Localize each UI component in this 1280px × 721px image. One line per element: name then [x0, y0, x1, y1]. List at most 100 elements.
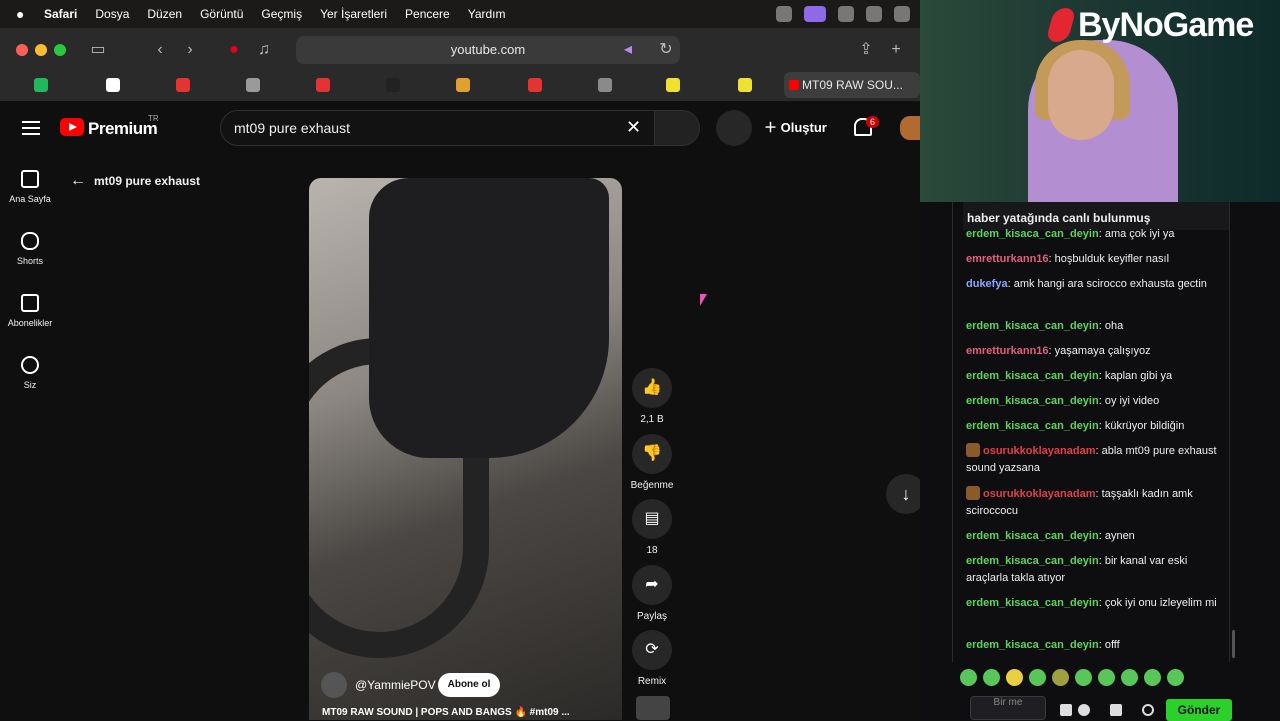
avatar[interactable] — [900, 116, 920, 140]
brand-logo: ByNoGame — [1078, 6, 1254, 44]
tray-icon[interactable] — [776, 6, 792, 22]
chat-username[interactable]: dukefya — [966, 278, 1008, 290]
sidebar-item-you[interactable]: Siz — [0, 356, 60, 390]
premium-label[interactable]: Premium — [88, 119, 158, 139]
channel-name[interactable]: @YammiePOV — [355, 678, 436, 692]
store-icon[interactable] — [1110, 704, 1122, 716]
remix-button[interactable]: ⟳ Remix — [630, 630, 674, 687]
back-button[interactable]: ‹ — [148, 38, 172, 62]
voice-search-icon[interactable] — [716, 110, 752, 146]
chat-username[interactable]: erdem_kisaca_can_deyin — [966, 420, 1099, 432]
reload-icon[interactable]: ↻ — [654, 38, 678, 62]
play-icon[interactable] — [894, 6, 910, 22]
emote-icon[interactable] — [1075, 669, 1092, 686]
bookmark-icon[interactable] — [738, 78, 752, 92]
like-button[interactable]: 👍 2,1 B — [630, 368, 674, 425]
zoom-window-button[interactable] — [54, 44, 66, 56]
active-tab[interactable]: MT09 RAW SOU... — [784, 72, 920, 98]
bookmark-icon[interactable] — [386, 78, 400, 92]
chat-input[interactable]: Bir me — [970, 696, 1046, 720]
forward-button[interactable]: › — [178, 38, 202, 62]
audio-icon[interactable]: ◂ — [616, 38, 640, 62]
bookmark-icon[interactable] — [316, 78, 330, 92]
emote-icon[interactable] — [1006, 669, 1023, 686]
chat-username[interactable]: erdem_kisaca_can_deyin — [966, 370, 1099, 382]
dislike-button[interactable]: 👎 Beğenme — [630, 434, 674, 491]
pinterest-icon[interactable]: ● — [222, 38, 246, 62]
menu-dosya[interactable]: Dosya — [95, 7, 129, 21]
emote-icon[interactable] — [1167, 669, 1184, 686]
bookmark-icon[interactable] — [106, 78, 120, 92]
clear-search-icon[interactable]: ✕ — [626, 117, 641, 138]
tray-icon[interactable] — [866, 6, 882, 22]
short-title[interactable]: MT09 RAW SOUND | POPS AND BANGS 🔥 #mt09 … — [322, 707, 570, 718]
menu-safari[interactable]: Safari — [44, 7, 77, 21]
bookmark-icon[interactable] — [528, 78, 542, 92]
chat-text: oy iyi video — [1104, 395, 1160, 407]
chat-username[interactable]: emretturkann16 — [966, 345, 1049, 357]
chat-username[interactable]: erdem_kisaca_can_deyin — [966, 639, 1099, 651]
channel-avatar[interactable] — [321, 672, 347, 698]
menu-duzen[interactable]: Düzen — [147, 7, 182, 21]
chat-username[interactable]: erdem_kisaca_can_deyin — [966, 530, 1099, 542]
sidebar-item-shorts[interactable]: Shorts — [0, 232, 60, 266]
menu-yardim[interactable]: Yardım — [468, 7, 506, 21]
apple-icon[interactable]: ● — [16, 6, 32, 22]
chat-scrollbar[interactable] — [1232, 630, 1235, 658]
chat-username[interactable]: emretturkann16 — [966, 253, 1049, 265]
chat-username[interactable]: erdem_kisaca_can_deyin — [966, 555, 1099, 567]
search-input[interactable]: mt09 pure exhaust — [220, 110, 656, 146]
bookmark-icon[interactable] — [176, 78, 190, 92]
chat-text: yaşamaya çalışıyoz — [1054, 345, 1151, 357]
bookmark-icon[interactable] — [246, 78, 260, 92]
back-to-results[interactable]: ← mt09 pure exhaust — [70, 172, 200, 190]
user-badge-icon — [966, 486, 980, 500]
bookmark-icon[interactable] — [34, 78, 48, 92]
create-button[interactable]: ＋ Oluştur — [764, 117, 827, 136]
search-button[interactable] — [654, 110, 700, 146]
chat-username[interactable]: erdem_kisaca_can_deyin — [966, 597, 1099, 609]
chat-username[interactable]: osurukkoklayanadam — [983, 488, 1096, 500]
chat-username[interactable]: erdem_kisaca_can_deyin — [966, 395, 1099, 407]
emote-icon[interactable] — [983, 669, 1000, 686]
new-tab-icon[interactable]: + — [884, 38, 908, 62]
youtube-logo-icon[interactable] — [60, 118, 84, 136]
share-button[interactable]: ➦ Paylaş — [630, 565, 674, 622]
comments-button[interactable]: ▤ 18 — [630, 499, 674, 556]
sidebar-item-subscriptions[interactable]: Abonelikler — [0, 294, 60, 328]
short-video-player[interactable]: @YammiePOV Abone ol MT09 RAW SOUND | POP… — [309, 178, 622, 720]
screen-record-icon[interactable] — [804, 6, 826, 22]
send-button[interactable]: Gönder — [1166, 699, 1232, 721]
emote-icon[interactable] — [1144, 669, 1161, 686]
chat-username[interactable]: osurukkoklayanadam — [983, 445, 1096, 457]
subscribe-button[interactable]: Abone ol — [438, 673, 500, 697]
emote-icon[interactable] — [1121, 669, 1138, 686]
chat-message: erdem_kisaca_can_deyin: bir kanal var es… — [966, 553, 1224, 587]
sidebar-label: Siz — [23, 380, 37, 390]
share-icon[interactable]: ⇪ — [854, 38, 878, 62]
menu-icon[interactable] — [22, 121, 40, 135]
menu-goruntu[interactable]: Görüntü — [200, 7, 243, 21]
bookmark-icon[interactable] — [666, 78, 680, 92]
sidebar-item-home[interactable]: Ana Sayfa — [0, 170, 60, 204]
menu-pencere[interactable]: Pencere — [405, 7, 450, 21]
music-icon[interactable]: ♫ — [252, 38, 276, 62]
emote-icon[interactable] — [1052, 669, 1069, 686]
chat-username[interactable]: erdem_kisaca_can_deyin — [966, 320, 1099, 332]
infinity-icon[interactable] — [1078, 704, 1090, 716]
people-icon[interactable] — [1060, 704, 1072, 716]
tray-icon[interactable] — [838, 6, 854, 22]
minimize-window-button[interactable] — [35, 44, 47, 56]
emote-icon[interactable] — [1098, 669, 1115, 686]
emote-icon[interactable] — [1029, 669, 1046, 686]
emote-icon[interactable] — [960, 669, 977, 686]
close-window-button[interactable] — [16, 44, 28, 56]
sidebar-toggle-icon[interactable]: ▭ — [86, 38, 110, 62]
sound-thumbnail[interactable] — [636, 696, 670, 720]
bookmark-icon[interactable] — [598, 78, 612, 92]
chat-username[interactable]: erdem_kisaca_can_deyin — [966, 228, 1099, 240]
bookmark-icon[interactable] — [456, 78, 470, 92]
menu-yer-isaretleri[interactable]: Yer İşaretleri — [320, 7, 387, 21]
menu-gecmis[interactable]: Geçmiş — [261, 7, 302, 21]
settings-icon[interactable] — [1142, 704, 1154, 716]
